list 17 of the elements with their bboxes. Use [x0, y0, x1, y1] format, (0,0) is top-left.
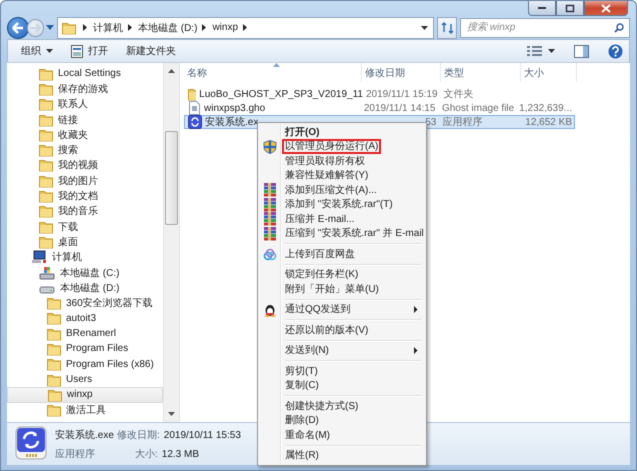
file-name: 安装系统.exe — [55, 428, 115, 442]
file-type: 文件夹 — [444, 88, 474, 101]
modified-date: 2019/11/1 15:19 — [366, 88, 438, 100]
file-name: 安装系统.ex — [205, 116, 258, 129]
highlighted-label: 以管理员身份运行(A) — [282, 139, 382, 154]
modified-date: 2019/11/1 14:15 — [364, 102, 436, 114]
file-type: 应用程序 — [55, 448, 96, 460]
modified-date: 2019/10/11 15:53 — [164, 430, 241, 440]
modified-label: 修改日期: — [117, 428, 160, 442]
file-name: LuoBo_GHOST_XP_SP3_V2019_11 — [199, 88, 363, 100]
size-label: 大小: — [135, 448, 158, 460]
file-name: winxpsp3.gho — [204, 102, 266, 114]
file-size: 12.3 MB — [162, 448, 200, 460]
file-type: Ghost image file — [442, 102, 514, 114]
file-type: 应用程序 — [442, 116, 482, 129]
file-size: 1,232,639... — [519, 102, 572, 114]
file-size: 12,652 KB — [525, 116, 572, 128]
